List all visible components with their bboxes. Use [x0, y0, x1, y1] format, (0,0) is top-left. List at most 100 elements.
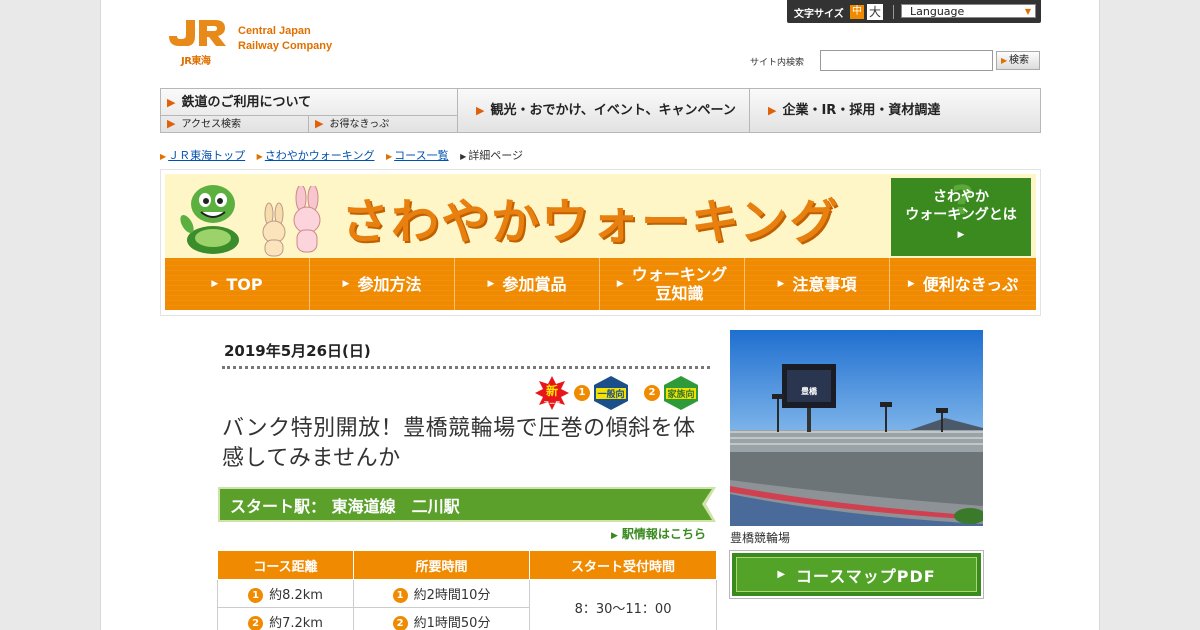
divider: [222, 366, 710, 372]
triangle-right-icon: ▶: [167, 117, 176, 130]
triangle-right-icon: ▶: [476, 104, 485, 117]
duration-cell: 2 約1時間50分: [352, 607, 531, 630]
site-search-button[interactable]: ▶ 検索: [996, 51, 1040, 70]
gnav-access-search-link[interactable]: ▶ アクセス検索: [161, 116, 309, 132]
banner-header: さわやかウォーキング ? さわやか ウォーキングとは ▶: [165, 174, 1036, 258]
triangle-right-icon: ▶: [256, 152, 263, 161]
site-search-label: サイト内検索: [750, 58, 805, 68]
banner-nav-top[interactable]: ▶ TOP: [165, 258, 310, 310]
family-level-badge-icon: 家族向: [664, 376, 698, 410]
course-number-badge: 2: [248, 616, 264, 630]
font-size-large-button[interactable]: 大: [867, 4, 883, 20]
course-map-pdf-label: コースマップPDF: [796, 566, 936, 586]
banner-nav-notes[interactable]: ▶ 注意事項: [745, 258, 890, 310]
course-1-number: 1: [574, 385, 590, 401]
station-info-link[interactable]: ▶ 駅情報はこちら: [611, 525, 706, 542]
table-row: 1 約8.2km 1 約2時間10分 8：30～11：00: [217, 579, 717, 630]
mascot-turtle-icon: [180, 185, 239, 254]
gnav-discount-tickets-link[interactable]: ▶ お得なきっぷ: [309, 116, 457, 132]
general-level-badge-icon: 一般向: [594, 376, 628, 410]
triangle-right-icon: ▶: [487, 278, 495, 289]
breadcrumb-link-walking[interactable]: さわやかウォーキング: [265, 149, 375, 162]
gnav-sightseeing-label: 観光・おでかけ、イベント、キャンペーン: [490, 103, 736, 118]
duration-cell: 1 約2時間10分: [352, 579, 531, 608]
distance-cell: 1 約8.2km: [217, 579, 354, 608]
breadcrumb-item: ▶ さわやかウォーキング: [257, 149, 375, 162]
course-map-pdf-button[interactable]: ▶ コースマップPDF: [730, 551, 983, 598]
logo-en-line2: Railway Company: [238, 40, 333, 52]
course-info-table: コース距離 所要時間 スタート受付時間 1 約8.2km 1 約2時間10分 8：3…: [217, 551, 717, 630]
family-badge-label: 家族向: [667, 388, 694, 400]
triangle-right-icon: ▶: [777, 278, 785, 289]
about-walking-button[interactable]: ? さわやか ウォーキングとは ▶: [891, 178, 1031, 256]
triangle-right-icon: ▶: [160, 152, 167, 161]
gnav-access-search-label: アクセス検索: [181, 119, 241, 130]
breadcrumb-current: ▶ 詳細ページ: [460, 149, 523, 162]
triangle-right-icon: ▶: [315, 117, 324, 130]
course-number-badge: 1: [248, 588, 264, 603]
language-select[interactable]: Language ▼: [901, 4, 1036, 18]
event-date: 2019年5月26日(日): [224, 342, 371, 360]
distance-value: 約7.2km: [269, 616, 323, 630]
banner-nav-tickets[interactable]: ▶ 便利なきっぷ: [890, 258, 1036, 310]
course-map-pdf-inner: ▶ コースマップPDF: [736, 557, 977, 592]
breadcrumb-link-jr-top[interactable]: ＪＲ東海トップ: [168, 149, 245, 162]
about-line1: さわやか: [933, 189, 989, 205]
breadcrumb-item: ▶ ＪＲ東海トップ: [160, 149, 245, 162]
triangle-right-icon: ▶: [1001, 56, 1008, 65]
banner-nav-label: 参加方法: [357, 274, 422, 294]
table-header-row: コース距離 所要時間 スタート受付時間: [217, 551, 717, 580]
photo-caption: 豊橋競輪場: [730, 531, 791, 545]
triangle-right-icon: ▶: [342, 278, 350, 289]
font-size-label: 文字サイズ: [794, 9, 844, 20]
breadcrumb-current-label: 詳細ページ: [468, 149, 524, 162]
jr-central-logo[interactable]: JR東海 Central Japan Railway Company: [165, 16, 355, 67]
triangle-right-icon: ▶: [616, 278, 624, 289]
general-badge-label: 一般向: [597, 388, 624, 400]
gnav-rail-group: ▶ 鉄道のご利用について ▶ アクセス検索 ▶ お得なきっぷ: [161, 89, 458, 132]
triangle-right-icon: ▶: [460, 152, 467, 161]
font-size-medium-button[interactable]: 中: [850, 5, 864, 19]
banner-title: さわやかウォーキング: [341, 194, 840, 250]
banner-nav-label: TOP: [226, 274, 263, 294]
scoreboard-sign: 豊橋: [801, 386, 818, 396]
distance-value: 約8.2km: [269, 588, 323, 603]
site-search-input[interactable]: [820, 50, 993, 71]
banner-nav-walking-tips[interactable]: ▶ ウォーキング 豆知識: [600, 258, 745, 310]
gnav-sightseeing-link[interactable]: ▶ 観光・おでかけ、イベント、キャンペーン: [458, 89, 750, 132]
triangle-right-icon: ▶: [167, 96, 176, 109]
banner-nav-prizes[interactable]: ▶ 参加賞品: [455, 258, 600, 310]
banner-nav-label-line1: ウォーキング: [631, 265, 728, 284]
header-distance: コース距離: [217, 551, 354, 580]
logo-english-name: Central Japan Railway Company: [238, 24, 332, 54]
course-number-badge: 1: [392, 588, 408, 603]
gnav-corporate-link[interactable]: ▶ 企業・IR・採用・資材調達: [750, 89, 1041, 132]
velodrome-image: 豊橋: [730, 330, 983, 526]
utility-bar: 文字サイズ 中 大 Language ▼: [787, 0, 1041, 23]
language-select-value: Language: [910, 5, 965, 18]
triangle-right-icon: ▶: [907, 278, 915, 289]
distance-cell: 2 約7.2km: [217, 607, 354, 630]
triangle-right-icon: ▶: [957, 230, 965, 240]
mascot-rabbits-icon: [262, 186, 321, 257]
banner-nav-how-to-join[interactable]: ▶ 参加方法: [310, 258, 455, 310]
triangle-right-icon: ▶: [385, 152, 393, 161]
start-station-text: スタート駅： 東海道線 二川駅: [230, 497, 460, 516]
new-badge-sub: コース: [543, 401, 561, 408]
gnav-rail-label: 鉄道のご利用について: [181, 95, 312, 110]
breadcrumb-link-course-list[interactable]: コース一覧: [394, 149, 448, 162]
breadcrumb: ▶ ＪＲ東海トップ ▶ さわやかウォーキング ▶ コース一覧 ▶ 詳細ページ: [160, 147, 531, 163]
new-course-badge-icon: 新 コース: [535, 376, 569, 410]
site-search-button-label: 検索: [1009, 55, 1029, 66]
gnav-rail-link[interactable]: ▶ 鉄道のご利用について: [161, 89, 457, 116]
banner-nav-label: ウォーキング 豆知識: [632, 265, 728, 303]
gnav-corporate-label: 企業・IR・採用・資材調達: [782, 103, 941, 118]
logo-subtitle: JR東海: [181, 56, 211, 67]
jr-logo-icon: [169, 20, 226, 46]
global-nav: ▶ 鉄道のご利用について ▶ アクセス検索 ▶ お得なきっぷ ▶ 観光・おでかけ、イベン…: [160, 88, 1041, 133]
course-badges: 新 コース 1 一般向 2 家族向: [535, 376, 710, 410]
course-title: バンク特別開放！豊橋競輪場で圧巻の傾斜を体感してみませんか: [222, 416, 696, 471]
duration-value: 約1時間50分: [413, 616, 491, 630]
new-badge-main: 新: [546, 383, 558, 398]
venue-photo: 豊橋: [730, 330, 983, 526]
